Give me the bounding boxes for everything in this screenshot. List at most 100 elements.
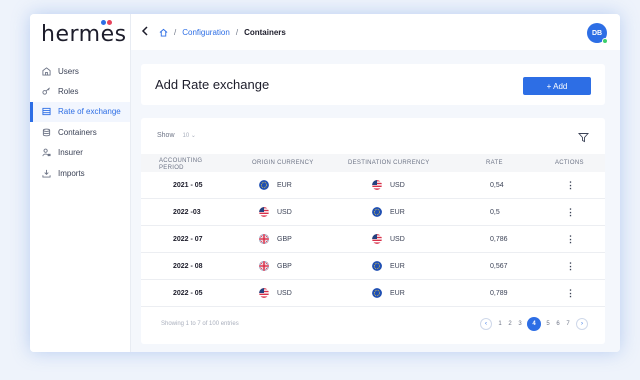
rates-table-card: Show 10 ⌄ ACCOUNTING PERIOD ORIGIN CURRE… xyxy=(141,118,605,344)
us-flag-icon xyxy=(259,288,269,298)
eu-flag-icon xyxy=(372,288,382,298)
origin-currency: GBP xyxy=(277,262,292,270)
page-button[interactable]: 5 xyxy=(543,317,553,331)
kebab-icon[interactable]: ⋮ xyxy=(566,207,575,218)
sidebar-item-label: Rate of exchange xyxy=(58,107,121,117)
column-header-destination: DESTINATION CURRENCY xyxy=(348,160,430,166)
logo: herme s xyxy=(41,20,127,47)
breadcrumb: / Configuration / Containers xyxy=(159,28,286,37)
sidebar-item-insurer[interactable]: Insurer xyxy=(30,143,130,163)
cell-origin: EUR xyxy=(259,172,292,198)
sidebar-item-rate-of-exchange[interactable]: Rate of exchange xyxy=(30,101,130,123)
row-actions-menu[interactable]: ⋮ xyxy=(566,226,575,252)
kebab-icon[interactable]: ⋮ xyxy=(566,288,575,299)
row-actions-menu[interactable]: ⋮ xyxy=(566,172,575,198)
sidebar-item-label: Users xyxy=(58,66,79,76)
sidebar-item-containers[interactable]: Containers xyxy=(30,122,130,142)
add-button[interactable]: + Add xyxy=(523,77,591,95)
top-bar: / Configuration / Containers DB xyxy=(131,14,620,50)
column-header-actions: ACTIONS xyxy=(555,160,584,166)
sidebar-item-label: Insurer xyxy=(58,148,83,158)
destination-currency: EUR xyxy=(390,262,405,270)
cell-origin: GBP xyxy=(259,253,292,279)
eu-flag-icon xyxy=(372,261,382,271)
origin-currency: GBP xyxy=(277,235,292,243)
cell-period: 2022 - 05 xyxy=(173,289,203,297)
prev-page-button[interactable]: ‹ xyxy=(480,318,492,330)
cell-destination: EUR xyxy=(372,199,405,225)
column-header-rate: RATE xyxy=(486,160,503,166)
cell-period: 2022 - 08 xyxy=(173,262,203,270)
avatar[interactable]: DB xyxy=(587,23,608,44)
destination-currency: USD xyxy=(390,181,405,189)
online-status-dot xyxy=(602,38,608,44)
cell-origin: USD xyxy=(259,280,292,306)
home-icon[interactable] xyxy=(159,28,168,37)
column-header-origin: ORIGIN CURRENCY xyxy=(252,160,314,166)
page-button[interactable]: 2 xyxy=(505,317,515,331)
cell-rate: 0,567 xyxy=(490,262,508,270)
sidebar: herme s Users Roles Rate of exchange Con… xyxy=(30,14,131,352)
cell-rate: 0,786 xyxy=(490,235,508,243)
cell-destination: EUR xyxy=(372,253,405,279)
avatar-initials: DB xyxy=(591,29,603,37)
sidebar-nav: Users Roles Rate of exchange Containers xyxy=(30,61,130,183)
sidebar-item-imports[interactable]: Imports xyxy=(30,163,130,183)
uk-flag-icon xyxy=(259,261,269,271)
page-button[interactable]: 4 xyxy=(527,317,541,331)
sidebar-item-label: Roles xyxy=(58,87,79,97)
page-size-control: Show 10 ⌄ xyxy=(157,132,196,139)
breadcrumb-separator: / xyxy=(174,27,177,37)
page-size-select[interactable]: 10 ⌄ xyxy=(183,132,196,139)
cell-period: 2022 - 07 xyxy=(173,235,203,243)
us-flag-icon xyxy=(372,180,382,190)
cell-destination: USD xyxy=(372,172,405,198)
sidebar-item-roles[interactable]: Roles xyxy=(30,81,130,101)
main-content: / Configuration / Containers DB Add Rate… xyxy=(131,14,620,352)
row-actions-menu[interactable]: ⋮ xyxy=(566,280,575,306)
page-list: 1234567 xyxy=(495,317,573,331)
download-icon xyxy=(41,168,51,178)
breadcrumb-current: Containers xyxy=(244,27,286,37)
cell-rate: 0,5 xyxy=(490,208,500,216)
table-header: ACCOUNTING PERIOD ORIGIN CURRENCY DESTIN… xyxy=(141,154,605,172)
origin-currency: EUR xyxy=(277,181,292,189)
back-arrow-icon[interactable] xyxy=(141,25,149,39)
page-title: Add Rate exchange xyxy=(155,77,270,92)
row-actions-menu[interactable]: ⋮ xyxy=(566,253,575,279)
sidebar-item-label: Imports xyxy=(58,168,85,178)
breadcrumb-separator: / xyxy=(235,27,239,37)
page-header-card: Add Rate exchange + Add xyxy=(141,64,605,105)
destination-currency: EUR xyxy=(390,208,405,216)
page-button[interactable]: 7 xyxy=(563,317,573,331)
table-row: 2022 -03 USD EUR 0,5 ⋮ xyxy=(141,199,605,226)
uk-flag-icon xyxy=(259,234,269,244)
table-row: 2022 - 07 GBP USD 0,786 ⋮ xyxy=(141,226,605,253)
database-icon xyxy=(41,127,51,137)
us-flag-icon xyxy=(372,234,382,244)
table-row: 2021 - 05 EUR USD 0,54 ⋮ xyxy=(141,172,605,199)
kebab-icon[interactable]: ⋮ xyxy=(566,234,575,245)
page-button[interactable]: 3 xyxy=(515,317,525,331)
building-icon xyxy=(41,66,51,76)
breadcrumb-configuration[interactable]: Configuration xyxy=(182,28,230,37)
page-button[interactable]: 6 xyxy=(553,317,563,331)
column-header-period: ACCOUNTING PERIOD xyxy=(159,158,203,171)
page-button[interactable]: 1 xyxy=(495,317,505,331)
show-label: Show xyxy=(157,132,175,139)
origin-currency: USD xyxy=(277,208,292,216)
eu-flag-icon xyxy=(259,180,269,190)
row-actions-menu[interactable]: ⋮ xyxy=(566,199,575,225)
sidebar-item-label: Containers xyxy=(58,127,97,137)
destination-currency: USD xyxy=(390,235,405,243)
eu-flag-icon xyxy=(372,207,382,217)
cell-rate: 0,789 xyxy=(490,289,508,297)
table-row: 2022 - 08 GBP EUR 0,567 ⋮ xyxy=(141,253,605,280)
cell-period: 2022 -03 xyxy=(173,208,201,216)
kebab-icon[interactable]: ⋮ xyxy=(566,180,575,191)
origin-currency: USD xyxy=(277,289,292,297)
sidebar-item-users[interactable]: Users xyxy=(30,61,130,81)
filter-icon[interactable] xyxy=(578,130,589,143)
next-page-button[interactable]: › xyxy=(576,318,588,330)
kebab-icon[interactable]: ⋮ xyxy=(566,261,575,272)
